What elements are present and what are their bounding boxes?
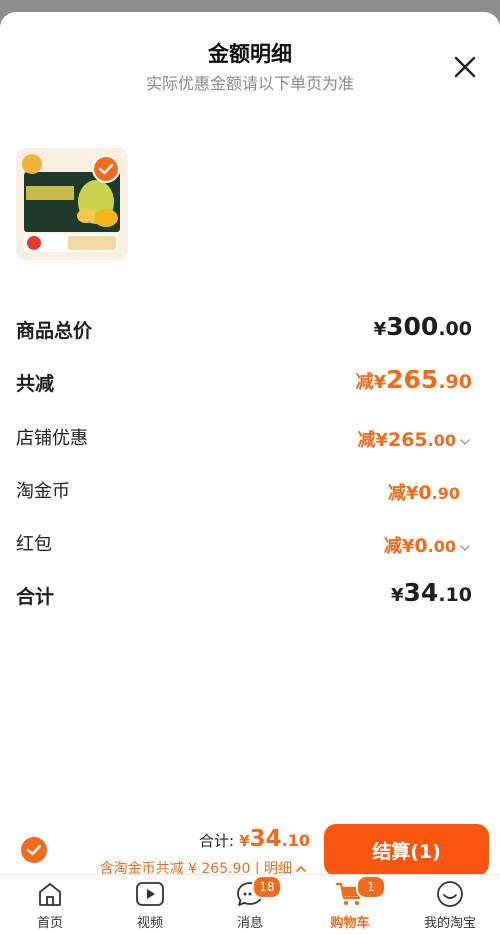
red-packet-row[interactable]: 红包 减¥0.00 [16,526,472,560]
sheet-subtitle: 实际优惠金额请以下单页为准 [145,74,354,93]
amount-detail-sheet: 金额明细 实际优惠金额请以下单页为准 商品总价 ¥300.00 共减 减¥265… [0,12,500,934]
product-checkbox[interactable] [92,155,120,183]
goods-total-label: 商品总价 [16,320,93,342]
taojinbi-amount: 减¥0.90 [387,482,460,504]
tab-messages[interactable]: 18 消息 [200,875,300,934]
red-packet-amount: 减¥0.00 [384,532,472,558]
red-packet-label: 红包 [16,534,52,555]
tab-label: 消息 [236,916,263,931]
tab-video[interactable]: 视频 [100,879,200,934]
checkout-bar: 合计: ¥34.10 含淘金币共减 ¥ 265.90 | 明细 结算(1) [0,808,500,877]
total-reduce-amount: 减¥265.90 [355,365,472,394]
chevron-down-icon[interactable] [458,435,472,449]
home-icon [39,883,61,906]
checkmark-icon [98,163,114,175]
sum-amount: ¥34.10 [391,578,472,607]
close-icon [454,56,476,78]
shop-discount-label: 店铺优惠 [16,428,88,449]
profile-icon [437,881,463,907]
total-reduce-label: 共减 [16,373,55,395]
taojinbi-row: 淘金币 减¥0.90 [16,473,472,507]
total-reduce-row: 共减 减¥265.90 [16,365,472,399]
chevron-down-icon[interactable] [458,541,472,555]
tab-label: 购物车 [330,916,370,931]
tab-label: 首页 [36,916,63,931]
tab-profile[interactable]: 我的淘宝 [400,879,500,934]
tab-label: 我的淘宝 [423,916,476,931]
tab-home[interactable]: 首页 [0,879,100,934]
message-badge: 18 [252,875,282,899]
cart-badge: 1 [356,875,386,899]
close-button[interactable] [448,50,482,84]
sheet-title: 金额明细 [208,42,292,66]
goods-total-row: 商品总价 ¥300.00 [16,312,472,346]
goods-total-amount: ¥300.00 [373,312,472,341]
taojinbi-label: 淘金币 [16,481,70,502]
sum-label: 合计 [16,586,55,608]
checkmark-icon [26,844,42,856]
select-all-checkbox[interactable] [21,837,47,863]
checkout-button[interactable]: 结算(1) [324,824,489,876]
sum-row: 合计 ¥34.10 [16,578,472,612]
bottom-tab-bar: 首页 视频 18 消息 1 购物车 我的淘宝 [0,874,500,934]
checkout-total: 合计: ¥34.10 [199,826,310,852]
shop-discount-amount: 减¥265.00 [357,426,472,452]
tab-label: 视频 [136,916,163,931]
video-icon [136,882,164,906]
tab-cart[interactable]: 1 购物车 [300,875,400,934]
shop-discount-row[interactable]: 店铺优惠 减¥265.00 [16,420,472,454]
